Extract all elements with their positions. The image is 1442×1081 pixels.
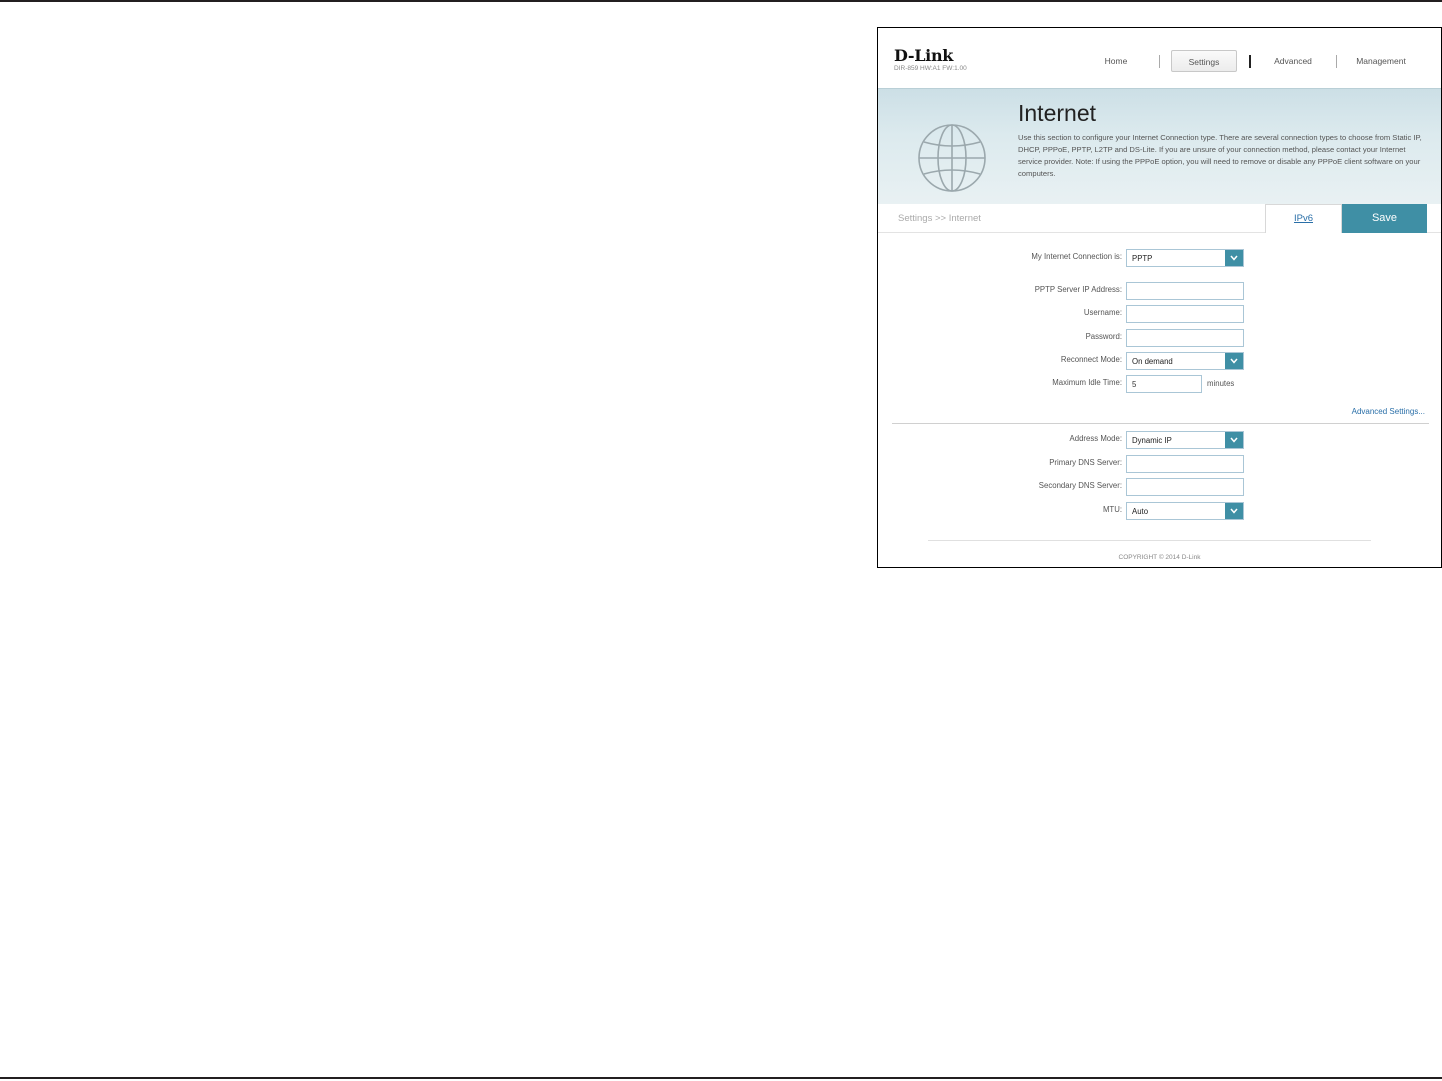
copyright-text: COPYRIGHT © 2014 D-Link — [1118, 554, 1201, 561]
username-label: Username: — [1083, 308, 1122, 317]
connection-type-row: My Internet Connection is: PPTP — [878, 249, 1441, 267]
connection-type-value: PPTP — [1132, 254, 1153, 263]
password-row: Password: — [878, 329, 1441, 347]
chevron-down-icon — [1225, 353, 1243, 369]
chevron-down-icon — [1225, 250, 1243, 266]
idle-time-input[interactable] — [1126, 375, 1202, 393]
password-label: Password: — [1085, 332, 1122, 341]
connection-type-select[interactable]: PPTP — [1126, 249, 1244, 267]
chevron-down-icon — [1225, 503, 1243, 519]
router-settings-screenshot: D-Link DIR-859 HW:A1 FW:1.00 Home Settin… — [877, 27, 1442, 568]
idle-time-row: Maximum Idle Time: minutes — [878, 375, 1441, 393]
globe-icon — [918, 124, 986, 192]
username-row: Username: — [878, 305, 1441, 323]
nav-separator — [1159, 55, 1160, 68]
address-mode-select[interactable]: Dynamic IP — [1126, 431, 1244, 449]
breadcrumb-bar: Settings >> Internet IPv6 Save — [878, 204, 1441, 233]
idle-time-unit: minutes — [1207, 379, 1235, 388]
nav-separator — [1336, 55, 1337, 68]
advanced-settings-link[interactable]: Advanced Settings... — [1352, 407, 1425, 416]
server-ip-label: PPTP Server IP Address: — [1034, 285, 1122, 294]
reconnect-mode-row: Reconnect Mode: On demand — [878, 352, 1441, 370]
page-top-rule — [0, 0, 1442, 2]
save-button[interactable]: Save — [1342, 204, 1427, 233]
secondary-dns-input[interactable] — [1126, 478, 1244, 496]
mtu-label: MTU: — [1102, 505, 1122, 514]
reconnect-mode-select[interactable]: On demand — [1126, 352, 1244, 370]
top-nav: Home Settings Advanced Management — [878, 50, 1441, 72]
nav-separator — [1249, 55, 1251, 68]
breadcrumb: Settings >> Internet — [898, 213, 981, 224]
nav-settings[interactable]: Settings — [1171, 50, 1237, 72]
server-ip-input[interactable] — [1126, 282, 1244, 300]
secondary-dns-row: Secondary DNS Server: — [878, 478, 1441, 496]
page-bottom-rule — [0, 1077, 1442, 1079]
footer-rule — [928, 540, 1371, 541]
username-input[interactable] — [1126, 305, 1244, 323]
server-ip-row: PPTP Server IP Address: — [878, 282, 1441, 300]
ipv6-link-button[interactable]: IPv6 — [1265, 204, 1342, 233]
address-mode-value: Dynamic IP — [1132, 436, 1172, 445]
mtu-value: Auto — [1132, 507, 1149, 516]
address-mode-label: Address Mode: — [1069, 434, 1122, 443]
primary-dns-row: Primary DNS Server: — [878, 455, 1441, 473]
reconnect-mode-label: Reconnect Mode: — [1060, 355, 1122, 364]
page-description: Use this section to configure your Inter… — [1018, 133, 1422, 178]
page-banner: Internet Use this section to configure y… — [878, 88, 1441, 205]
mtu-select[interactable]: Auto — [1126, 502, 1244, 520]
idle-time-label: Maximum Idle Time: — [1052, 378, 1122, 387]
section-divider — [892, 423, 1429, 424]
password-input[interactable] — [1126, 329, 1244, 347]
primary-dns-label: Primary DNS Server: — [1049, 458, 1122, 467]
nav-advanced[interactable]: Advanced — [1262, 50, 1324, 72]
address-mode-row: Address Mode: Dynamic IP — [878, 431, 1441, 449]
page-title: Internet — [1018, 100, 1096, 126]
reconnect-mode-value: On demand — [1132, 357, 1173, 366]
nav-management[interactable]: Management — [1348, 50, 1414, 72]
primary-dns-input[interactable] — [1126, 455, 1244, 473]
connection-type-label: My Internet Connection is: — [1031, 252, 1122, 261]
nav-home[interactable]: Home — [1088, 50, 1144, 72]
secondary-dns-label: Secondary DNS Server: — [1038, 481, 1122, 490]
mtu-row: MTU: Auto — [878, 502, 1441, 520]
chevron-down-icon — [1225, 432, 1243, 448]
